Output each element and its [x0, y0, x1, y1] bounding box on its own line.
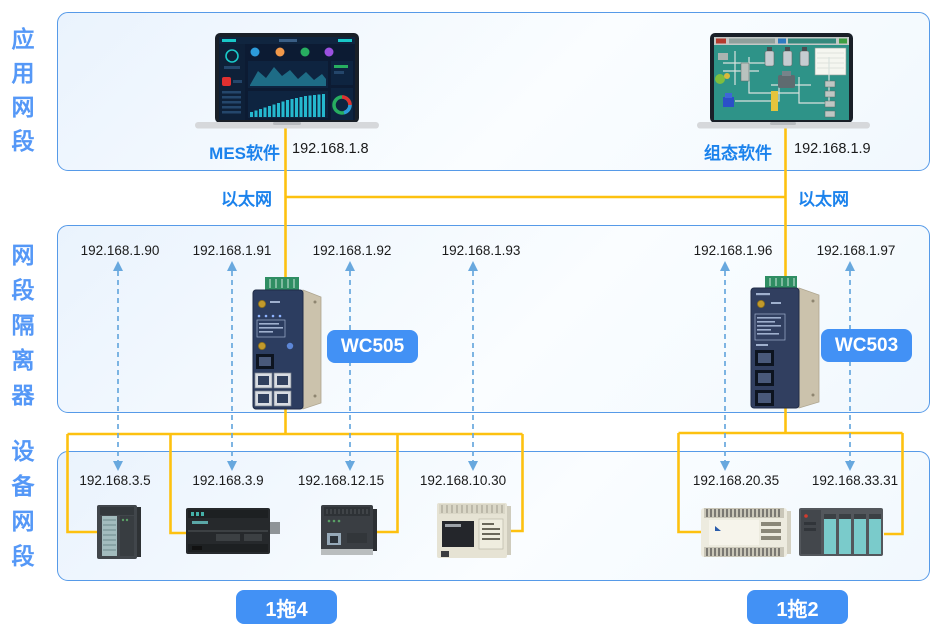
scada-ip: 192.168.1.9 [794, 141, 871, 157]
isolator-ip-4: 192.168.1.93 [426, 243, 536, 258]
plc-delta-dvp-image [701, 506, 791, 559]
gateway-wc503-image [741, 276, 829, 410]
device-ip-5: 192.168.20.35 [681, 473, 791, 488]
band-label-isolator: 网段隔离器 [6, 238, 40, 413]
isolator-ip-3: 192.168.1.92 [297, 243, 407, 258]
mes-software-label: MES软件 [188, 139, 280, 164]
scada-laptop-image [679, 33, 871, 130]
plc-s7-400-rack-image [799, 506, 885, 558]
band-label-device: 设备网段 [6, 434, 40, 574]
group-badge-1-to-4: 1拖4 [236, 590, 337, 624]
group-badge-1-to-2: 1拖2 [747, 590, 848, 624]
mes-ip: 192.168.1.8 [292, 141, 369, 157]
plc-s7-200-image [186, 506, 280, 556]
ethernet-label-right: 以太网 [798, 185, 849, 210]
isolator-ip-6: 192.168.1.97 [801, 243, 911, 258]
band-label-application: 应用网段 [6, 22, 40, 158]
network-topology-diagram: 应用网段 网段隔离器 设备网段 [0, 0, 939, 634]
ethernet-label-left: 以太网 [206, 185, 272, 210]
plc-s7-1200-image [321, 503, 377, 557]
gateway-badge-wc505: WC505 [327, 330, 418, 363]
device-ip-3: 192.168.12.15 [286, 473, 396, 488]
device-ip-2: 192.168.3.9 [173, 473, 283, 488]
isolator-ip-2: 192.168.1.91 [177, 243, 287, 258]
device-ip-4: 192.168.10.30 [408, 473, 518, 488]
gateway-badge-wc503: WC503 [821, 329, 912, 362]
mes-laptop-image [195, 33, 379, 130]
device-ip-6: 192.168.33.31 [800, 473, 910, 488]
plc-mitsubishi-fx-image [437, 501, 511, 560]
isolator-ip-5: 192.168.1.96 [678, 243, 788, 258]
gateway-wc505-image [243, 276, 331, 412]
plc-s7-300-image [97, 503, 141, 561]
isolator-ip-1: 192.168.1.90 [65, 243, 175, 258]
scada-software-label: 组态软件 [680, 139, 772, 164]
device-ip-1: 192.168.3.5 [60, 473, 170, 488]
